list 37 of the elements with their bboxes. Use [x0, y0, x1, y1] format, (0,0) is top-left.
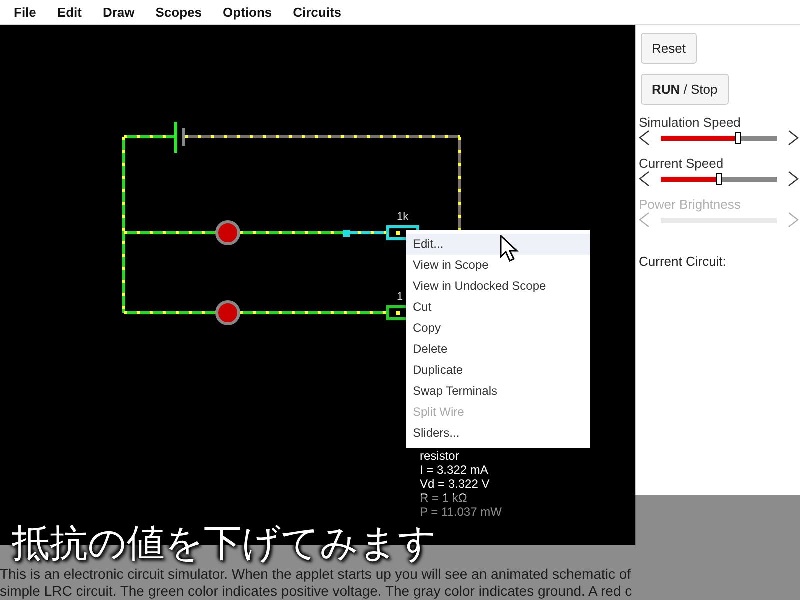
resistor-label: 1k [397, 211, 409, 223]
menu-item[interactable]: Duplicate [406, 360, 590, 381]
lamp-symbol [216, 300, 240, 326]
mouse-pointer-icon [500, 235, 520, 263]
menu-item[interactable]: Options [219, 4, 282, 20]
menu-item[interactable]: Draw [98, 4, 144, 20]
menu-item[interactable]: Swap Terminals [406, 381, 590, 402]
info-text: resistor [420, 449, 460, 463]
lamp-symbol [216, 220, 240, 246]
description-text: simple LRC circuit. The green color indicates positive voltage. The gray color indicates ground. A red c [0, 583, 634, 600]
run-stop-button[interactable]: RUN / Stop [641, 74, 729, 105]
slider-thumb[interactable] [716, 173, 722, 185]
reset-button[interactable]: Reset [641, 33, 697, 64]
menu-item[interactable]: View in Scope [406, 255, 590, 276]
info-text: Vd = 3.322 V [420, 477, 491, 491]
menu-item[interactable]: Sliders... [406, 423, 590, 444]
current-circuit-label: Current Circuit: [639, 254, 726, 269]
info-text: P = 11.037 mW [420, 505, 502, 519]
slider-label: Simulation Speed [639, 115, 742, 130]
resistor-label: 1 [397, 291, 404, 303]
description-text: This is an electronic circuit simulator. When the applet starts up you will see an animated schematic of [0, 566, 632, 583]
battery-symbol [174, 122, 186, 153]
menu-item[interactable]: Delete [406, 339, 590, 360]
menu-item[interactable]: Circuits [289, 4, 351, 20]
menu-item[interactable]: Copy [406, 318, 590, 339]
info-text: R = 1 kΩ [420, 491, 468, 505]
menu-item[interactable]: File [10, 4, 46, 20]
info-text: I = 3.322 mA [420, 463, 490, 477]
menu-item[interactable]: Edit... [406, 234, 590, 255]
menu-item[interactable]: Edit [53, 4, 91, 20]
slider-thumb[interactable] [734, 132, 741, 144]
menu-item[interactable]: Cut [406, 297, 590, 318]
menu-item[interactable]: Scopes [152, 4, 212, 20]
wire-node [343, 230, 350, 237]
menu-item[interactable]: View in Undocked Scope [406, 276, 590, 297]
slider-label: Power Brightness [639, 197, 742, 212]
slider-label: Current Speed [639, 156, 725, 171]
